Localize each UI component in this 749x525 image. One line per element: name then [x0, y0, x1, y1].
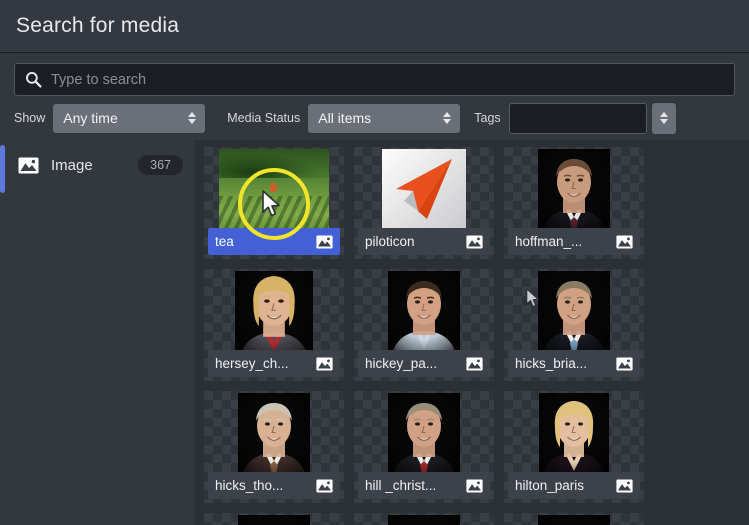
sidebar-item-label: Image [51, 156, 93, 174]
media-item[interactable]: hicks_bria... [504, 269, 644, 381]
search-input[interactable]: Type to search [14, 63, 735, 96]
media-status-label: Media Status [227, 111, 301, 125]
media-item-name: tea [215, 234, 234, 249]
chevron-updown-icon [188, 110, 197, 126]
search-area: Type to search [0, 53, 749, 96]
media-item[interactable]: himes_jim [204, 513, 344, 525]
media-item-name: piloticon [365, 234, 415, 249]
media-status-value: All items [318, 110, 372, 126]
media-item[interactable]: tea [204, 147, 344, 259]
image-icon [316, 235, 333, 248]
media-item-name: hicks_tho... [215, 478, 284, 493]
sidebar-scrollbar[interactable] [0, 145, 5, 193]
media-item-label: hickey_pa... [358, 350, 490, 377]
media-item[interactable]: hicks_tho... [204, 391, 344, 503]
media-item-label: piloticon [358, 228, 490, 255]
image-icon [466, 235, 483, 248]
tags-field-group [508, 102, 676, 134]
media-item-label: hicks_tho... [208, 472, 340, 499]
search-icon [26, 72, 42, 88]
media-item[interactable]: hoffman_... [504, 147, 644, 259]
sidebar-item-count: 367 [138, 155, 183, 175]
media-search-window: Search for media Type to search Show Any… [0, 0, 749, 525]
media-item-label: hilton_paris [508, 472, 640, 499]
chevron-updown-icon [443, 110, 452, 126]
window-header: Search for media [0, 0, 749, 53]
show-time-select[interactable]: Any time [53, 103, 206, 133]
image-icon [466, 357, 483, 370]
media-item-name: hilton_paris [515, 478, 585, 493]
media-item[interactable]: hill _christ... [354, 391, 494, 503]
media-thumbnail [354, 513, 494, 525]
image-icon [616, 357, 633, 370]
media-item[interactable]: hinchey_... [354, 513, 494, 525]
tags-input[interactable] [508, 102, 647, 134]
media-grid: tea piloticon hoffman_... hersey_ch... h… [204, 147, 749, 525]
media-item-name: hickey_pa... [365, 356, 438, 371]
media-item[interactable]: hersey_ch... [204, 269, 344, 381]
tags-picker-button[interactable] [651, 102, 676, 134]
media-status-select[interactable]: All items [308, 103, 461, 133]
media-item-name: hersey_ch... [215, 356, 289, 371]
search-placeholder-text: Type to search [51, 71, 147, 88]
media-item-label: hersey_ch... [208, 350, 340, 377]
image-icon [466, 479, 483, 492]
media-item-name: hoffman_... [515, 234, 583, 249]
content-body: Image 367 tea piloticon hoffman_... hers… [0, 140, 749, 525]
show-time-value: Any time [63, 110, 118, 126]
image-icon [616, 235, 633, 248]
page-title: Search for media [16, 14, 180, 37]
media-item-name: hill _christ... [365, 478, 437, 493]
media-item-label: hoffman_... [508, 228, 640, 255]
image-icon [18, 157, 39, 173]
media-item-label: tea [208, 228, 340, 255]
category-sidebar: Image 367 [0, 140, 195, 525]
media-item[interactable]: hilton_paris [504, 391, 644, 503]
image-icon [616, 479, 633, 492]
media-thumbnail [504, 513, 644, 525]
tags-label: Tags [474, 111, 501, 125]
media-item-label: hicks_bria... [508, 350, 640, 377]
image-icon [316, 479, 333, 492]
media-thumbnail [204, 513, 344, 525]
filter-bar: Show Any time Media Status All items Tag… [0, 96, 749, 140]
media-item-name: hicks_bria... [515, 356, 588, 371]
media-grid-area: tea piloticon hoffman_... hersey_ch... h… [195, 140, 749, 525]
media-item[interactable]: piloticon [354, 147, 494, 259]
image-icon [316, 357, 333, 370]
media-item[interactable]: hickey_pa... [354, 269, 494, 381]
chevron-updown-icon [659, 110, 669, 126]
media-item-label: hill _christ... [358, 472, 490, 499]
media-item[interactable]: hesse_da... [504, 513, 644, 525]
sidebar-item-image[interactable]: Image 367 [0, 148, 195, 182]
show-label: Show [14, 111, 46, 125]
